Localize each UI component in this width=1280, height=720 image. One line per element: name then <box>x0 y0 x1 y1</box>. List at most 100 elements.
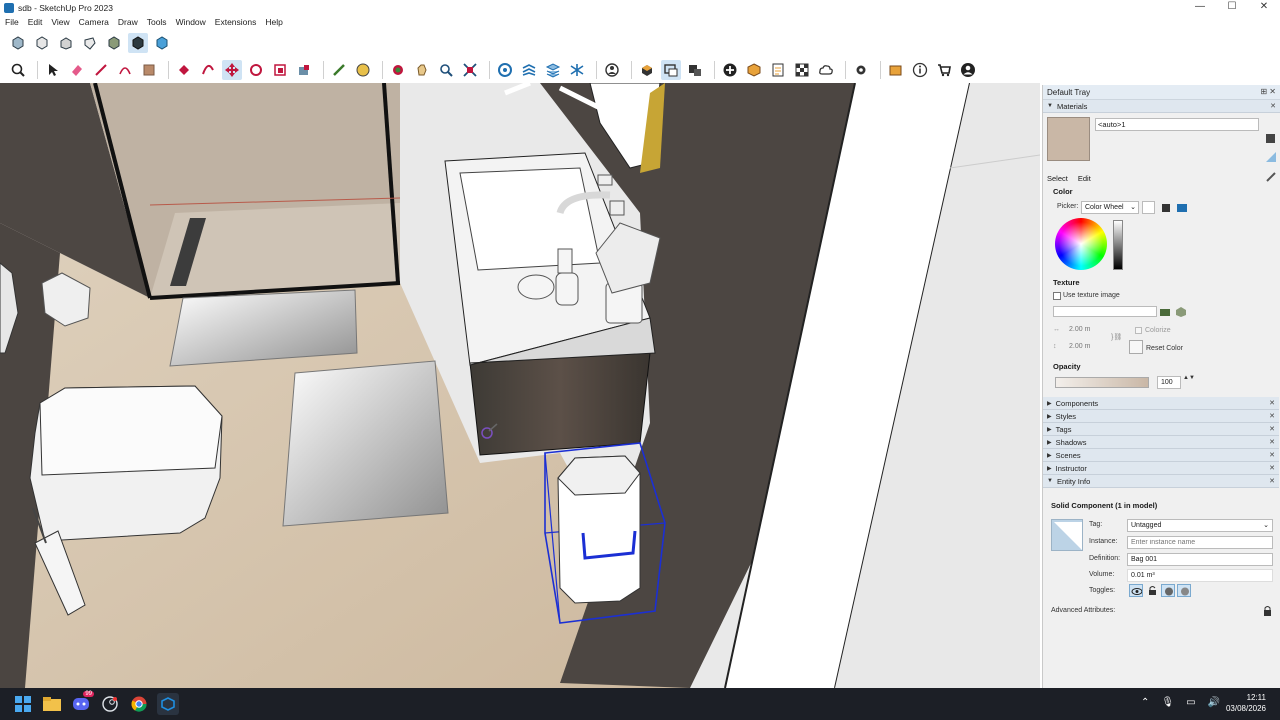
panel-instructor[interactable]: ▶ Instructor ✕ <box>1043 462 1279 475</box>
link-icon[interactable]: }⛓ <box>1111 333 1122 341</box>
windows-start-icon[interactable] <box>12 693 34 715</box>
volume-icon[interactable]: 🔊 <box>1208 697 1220 708</box>
colorize-checkbox[interactable] <box>1135 327 1142 334</box>
sample-paint-icon[interactable] <box>1265 171 1277 183</box>
reset-color-swatch[interactable] <box>1129 340 1143 354</box>
menu-camera[interactable]: Camera <box>79 17 109 27</box>
close-icon[interactable]: ✕ <box>1269 412 1275 420</box>
panel-scenes[interactable]: ▶ Scenes ✕ <box>1043 449 1279 462</box>
menu-extensions[interactable]: Extensions <box>215 17 257 27</box>
paint-icon[interactable] <box>353 60 373 80</box>
panel-entity-info[interactable]: ▼ Entity Info ✕ <box>1043 475 1279 488</box>
menu-tools[interactable]: Tools <box>147 17 167 27</box>
orbit-icon[interactable] <box>388 60 408 80</box>
zoom-icon[interactable] <box>8 60 28 80</box>
menu-file[interactable]: File <box>5 17 19 27</box>
texture-width[interactable]: 2.00 m <box>1069 326 1090 333</box>
panel-styles[interactable]: ▶ Styles ✕ <box>1043 410 1279 423</box>
menu-edit[interactable]: Edit <box>28 17 43 27</box>
network-icon[interactable]: ▭ <box>1186 697 1195 708</box>
layers-icon[interactable] <box>543 60 563 80</box>
file-explorer-icon[interactable] <box>41 693 63 715</box>
settings-icon[interactable] <box>851 60 871 80</box>
tab-edit[interactable]: Edit <box>1078 174 1091 183</box>
close-icon[interactable]: ✕ <box>1269 464 1275 472</box>
rotate-icon[interactable] <box>246 60 266 80</box>
zoom-extents-icon[interactable] <box>460 60 480 80</box>
minimize-button[interactable]: — <box>1184 0 1216 15</box>
eraser-icon[interactable] <box>67 60 87 80</box>
scene-render[interactable] <box>0 83 1040 688</box>
texture-icon[interactable] <box>792 60 812 80</box>
menu-view[interactable]: View <box>51 17 69 27</box>
close-icon[interactable]: ✕ <box>1269 438 1275 446</box>
tab-select[interactable]: Select <box>1047 174 1068 183</box>
steam-icon[interactable] <box>99 693 121 715</box>
extension-icon[interactable] <box>744 60 764 80</box>
top-view-icon[interactable] <box>32 33 52 53</box>
cloud-icon[interactable] <box>816 60 836 80</box>
opacity-stepper-icon[interactable]: ▲▼ <box>1183 375 1195 381</box>
pushpull-icon[interactable] <box>174 60 194 80</box>
menu-draw[interactable]: Draw <box>118 17 138 27</box>
clock[interactable]: 12:11 03/08/2026 <box>1226 692 1266 714</box>
styles-icon[interactable] <box>567 60 587 80</box>
pin-icon[interactable]: ⊞ ✕ <box>1260 87 1276 96</box>
maximize-button[interactable]: ☐ <box>1216 0 1248 15</box>
panel-tags[interactable]: ▶ Tags ✕ <box>1043 423 1279 436</box>
use-texture-checkbox[interactable] <box>1053 292 1061 300</box>
iso-view-icon[interactable] <box>8 33 28 53</box>
components-icon[interactable] <box>637 60 657 80</box>
texture-path-field[interactable] <box>1053 306 1157 317</box>
default-material-icon[interactable] <box>1265 151 1277 163</box>
scale-icon[interactable] <box>270 60 290 80</box>
close-icon[interactable]: ✕ <box>1270 102 1276 110</box>
browse-folder-icon[interactable] <box>1159 306 1171 318</box>
warehouse-icon[interactable] <box>685 60 705 80</box>
menu-window[interactable]: Window <box>176 17 206 27</box>
close-icon[interactable]: ✕ <box>1269 399 1275 407</box>
definition-field[interactable]: Bag 001 <box>1127 553 1273 566</box>
offset-icon[interactable] <box>198 60 218 80</box>
outliner-icon[interactable] <box>519 60 539 80</box>
cast-shadows-icon[interactable] <box>1177 584 1191 597</box>
create-material-icon[interactable] <box>1265 133 1277 145</box>
left-view-icon[interactable] <box>128 32 148 53</box>
panel-components[interactable]: ▶ Components ✕ <box>1043 397 1279 410</box>
paint-bucket-icon[interactable] <box>294 60 314 80</box>
line-icon[interactable] <box>91 60 111 80</box>
color-preview[interactable] <box>1142 201 1155 214</box>
attributes-lock-icon[interactable] <box>1261 605 1273 617</box>
folder-icon[interactable] <box>886 60 906 80</box>
materials-panel-header[interactable]: ▼ Materials ✕ <box>1043 100 1280 113</box>
color-wheel[interactable] <box>1055 218 1107 270</box>
model-viewport[interactable] <box>0 83 1040 688</box>
close-icon[interactable]: ✕ <box>1269 451 1275 459</box>
brightness-slider[interactable] <box>1113 220 1123 270</box>
chrome-icon[interactable] <box>128 693 150 715</box>
select-bounds-icon[interactable] <box>661 59 681 80</box>
receive-shadows-icon[interactable] <box>1161 584 1175 597</box>
material-swatch[interactable] <box>1047 117 1090 161</box>
visibility-eye-icon[interactable] <box>1129 584 1143 597</box>
lock-icon[interactable] <box>1145 584 1159 597</box>
move-icon[interactable] <box>222 59 242 80</box>
close-icon[interactable]: ✕ <box>1269 477 1275 485</box>
zoom-window-icon[interactable] <box>436 60 456 80</box>
user-icon[interactable] <box>958 60 978 80</box>
report-icon[interactable] <box>768 60 788 80</box>
front-view-icon[interactable] <box>56 33 76 53</box>
chevron-up-icon[interactable]: ⌃ <box>1141 697 1149 708</box>
match-color-screen-icon[interactable] <box>1176 202 1188 214</box>
select-icon[interactable] <box>43 60 63 80</box>
edit-texture-icon[interactable] <box>1175 306 1187 318</box>
sketchup-taskbar-icon[interactable] <box>157 693 179 715</box>
texture-height[interactable]: 2.00 m <box>1069 343 1090 350</box>
cart-icon[interactable] <box>934 60 954 80</box>
close-icon[interactable]: ✕ <box>1269 425 1275 433</box>
panel-shadows[interactable]: ▶ Shadows ✕ <box>1043 436 1279 449</box>
instance-name-input[interactable] <box>1127 536 1273 549</box>
opacity-field[interactable]: 100 <box>1157 376 1181 389</box>
close-button[interactable]: ✕ <box>1248 0 1280 15</box>
section-icon[interactable] <box>495 60 515 80</box>
